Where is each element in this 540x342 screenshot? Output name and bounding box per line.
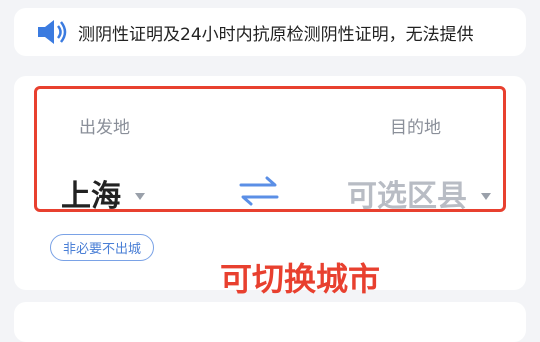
route-selector-highlight: 出发地 目的地 上海 可选区县 xyxy=(34,86,506,215)
route-card: 出发地 目的地 上海 可选区县 非必要不出城 可切换城市 xyxy=(14,76,526,298)
destination-city-placeholder: 可选区县 xyxy=(347,179,467,214)
departure-city: 上海 xyxy=(61,179,121,214)
non-essential-travel-chip[interactable]: 非必要不出城 xyxy=(50,234,155,261)
dropdown-caret-icon xyxy=(481,192,491,200)
swap-arrows-icon[interactable] xyxy=(237,175,281,207)
destination-city-selector[interactable]: 可选区县 xyxy=(347,171,491,215)
next-card xyxy=(14,302,526,342)
notice-text: 测阴性证明及24小时内抗原检测阴性证明，无法提供 xyxy=(78,24,474,45)
speaker-icon xyxy=(38,20,67,44)
notice-banner[interactable]: 测阴性证明及24小时内抗原检测阴性证明，无法提供 xyxy=(14,8,526,56)
dropdown-caret-icon xyxy=(135,192,145,200)
switch-city-annotation: 可切换城市 xyxy=(220,260,381,298)
departure-city-selector[interactable]: 上海 xyxy=(61,171,145,215)
destination-label: 目的地 xyxy=(390,118,441,138)
departure-label: 出发地 xyxy=(79,118,130,138)
